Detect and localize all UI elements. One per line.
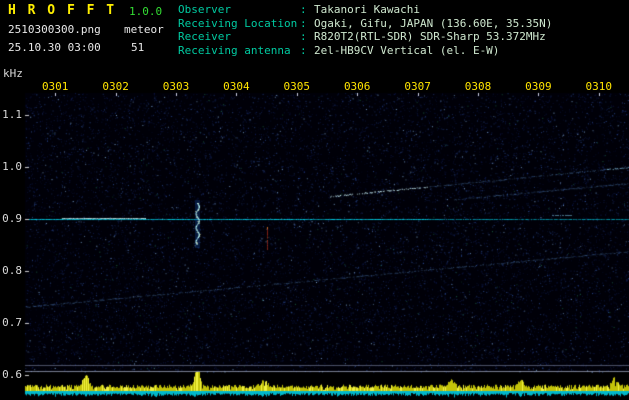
y-tick-label: 1.0 [2, 160, 22, 173]
spectrogram-canvas [0, 0, 629, 400]
timestamp: 25.10.30 03:00 [8, 41, 101, 54]
x-tick-label: 0305 [283, 80, 311, 93]
observer-label: Observer [178, 3, 231, 16]
x-tick-label: 0309 [525, 80, 552, 93]
output-filename: 2510300300.png [8, 23, 101, 36]
location-label: Receiving Location [178, 16, 298, 30]
x-tick-label: 0306 [343, 80, 371, 93]
separator: : [300, 43, 307, 57]
y-tick-label: 0.9 [2, 212, 22, 225]
y-tick-label: 0.7 [2, 316, 22, 329]
observer-value: Takanori Kawachi [314, 3, 420, 16]
y-axis-unit: kHz [3, 67, 23, 80]
y-tick-label: 1.1 [2, 108, 22, 121]
x-tick-label: 0303 [162, 80, 190, 93]
x-tick-label: 0304 [223, 80, 250, 93]
station-info: Observer : Takanori Kawachi Receiving Lo… [178, 3, 552, 57]
x-tick-label: 0302 [102, 80, 129, 93]
x-tick-label: 0308 [464, 80, 492, 93]
separator: : [300, 3, 307, 16]
location-value: Ogaki, Gifu, JAPAN (136.60E, 35.35N) [314, 16, 553, 30]
mode-label: meteor [124, 23, 164, 36]
y-tick-label: 0.8 [2, 264, 22, 277]
meteor-count: 51 [131, 41, 145, 54]
separator: : [300, 30, 307, 43]
receiver-label: Receiver [178, 30, 231, 43]
hrofft-window: H R O F F T 1.0.0 2510300300.png meteor … [0, 0, 629, 400]
app-version: 1.0.0 [129, 5, 163, 18]
x-tick-label: 0301 [41, 80, 69, 93]
x-tick-label: 0307 [404, 80, 431, 93]
y-tick-label: 0.6 [2, 368, 22, 381]
app-title: H R O F F T [8, 3, 117, 18]
receiver-value: R820T2(RTL-SDR) SDR-Sharp 53.372MHz [314, 30, 546, 43]
antenna-value: 2el-HB9CV Vertical (el. E-W) [314, 43, 500, 57]
x-tick-label: 0310 [585, 80, 613, 93]
separator: : [300, 16, 307, 30]
antenna-label: Receiving antenna [178, 43, 291, 57]
